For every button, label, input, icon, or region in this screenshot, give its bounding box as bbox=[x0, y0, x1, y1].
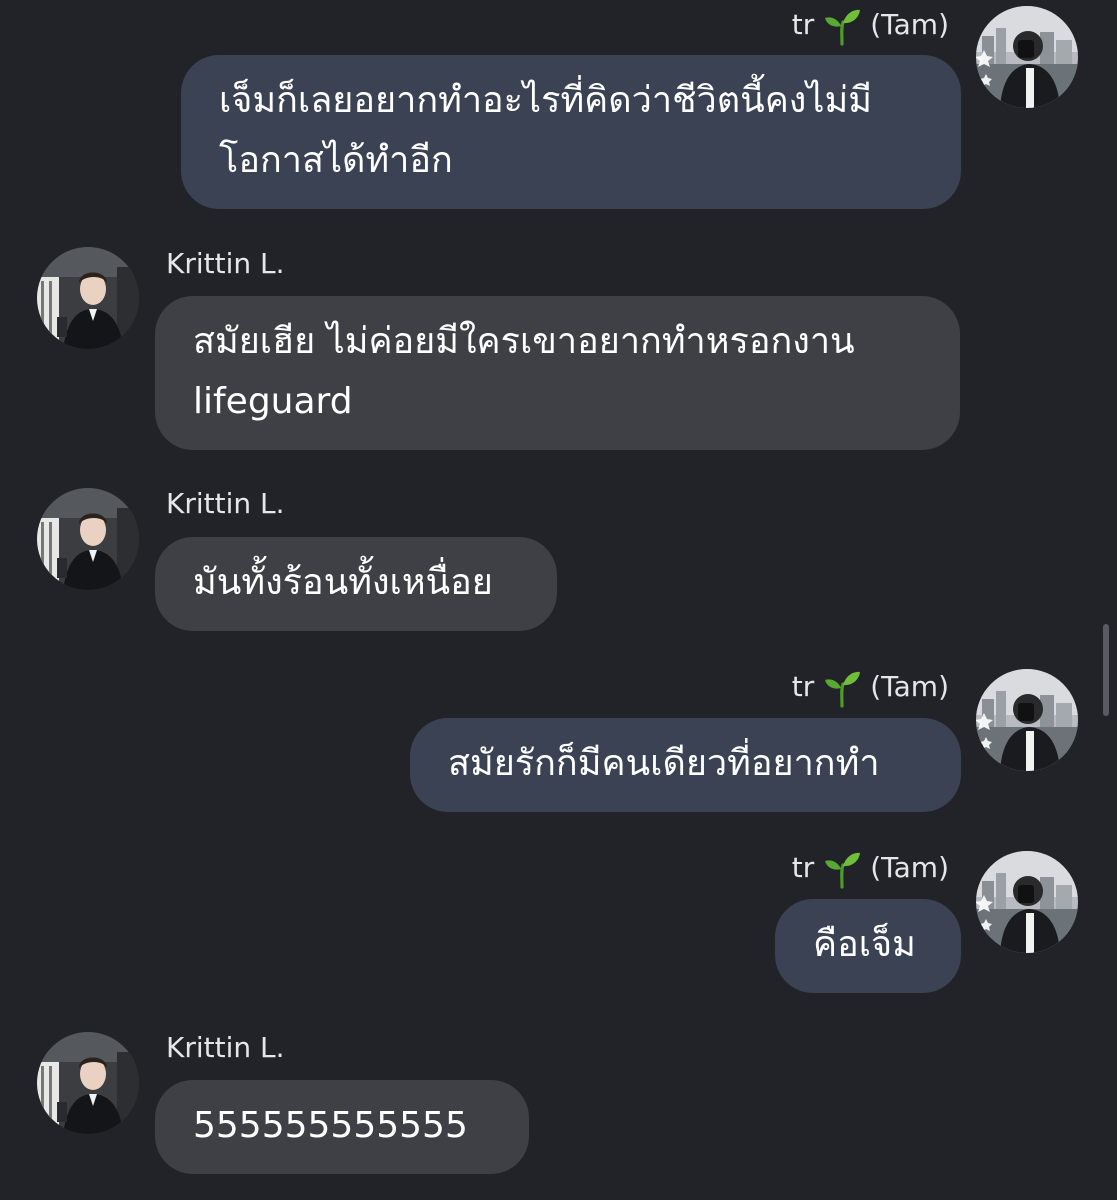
message-text: เจ็มก็เลยอยากทำอะไรที่คิดว่าชีวิตนี้คงไม… bbox=[219, 80, 872, 181]
message-text: สมัยรักก็มีคนเดียวที่อยากทำ bbox=[448, 743, 880, 784]
avatar-krittin[interactable] bbox=[37, 1032, 139, 1134]
sprout-icon bbox=[822, 6, 862, 46]
sender-name: tr (Tam) bbox=[792, 6, 949, 46]
avatar-tam[interactable] bbox=[976, 851, 1078, 953]
message-bubble[interactable]: 555555555555 bbox=[155, 1080, 529, 1174]
sender-name: tr (Tam) bbox=[792, 668, 949, 708]
avatar-krittin[interactable] bbox=[37, 247, 139, 349]
avatar-tam[interactable] bbox=[976, 669, 1078, 771]
scrollbar[interactable] bbox=[1103, 624, 1109, 716]
message-text: 555555555555 bbox=[193, 1105, 468, 1146]
sprout-icon bbox=[822, 849, 862, 889]
sender-name: Krittin L. bbox=[166, 247, 285, 280]
sender-name: Krittin L. bbox=[166, 487, 285, 520]
sprout-icon bbox=[822, 668, 862, 708]
message-bubble[interactable]: สมัยรักก็มีคนเดียวที่อยากทำ bbox=[410, 718, 961, 812]
message-bubble[interactable]: สมัยเฮีย ไม่ค่อยมีใครเขาอยากทำหรอกงาน li… bbox=[155, 296, 960, 450]
message-text: สมัยเฮีย ไม่ค่อยมีใครเขาอยากทำหรอกงาน li… bbox=[193, 321, 855, 422]
message-bubble[interactable]: มันทั้งร้อนทั้งเหนื่อย bbox=[155, 537, 557, 631]
message-text: คือเจ็ม bbox=[813, 924, 916, 965]
sender-name: Krittin L. bbox=[166, 1031, 285, 1064]
sender-name: tr (Tam) bbox=[792, 849, 949, 889]
message-text: มันทั้งร้อนทั้งเหนื่อย bbox=[193, 562, 493, 603]
message-bubble[interactable]: เจ็มก็เลยอยากทำอะไรที่คิดว่าชีวิตนี้คงไม… bbox=[181, 55, 961, 209]
avatar-tam[interactable] bbox=[976, 6, 1078, 108]
message-bubble[interactable]: คือเจ็ม bbox=[775, 899, 961, 993]
avatar-krittin[interactable] bbox=[37, 488, 139, 590]
